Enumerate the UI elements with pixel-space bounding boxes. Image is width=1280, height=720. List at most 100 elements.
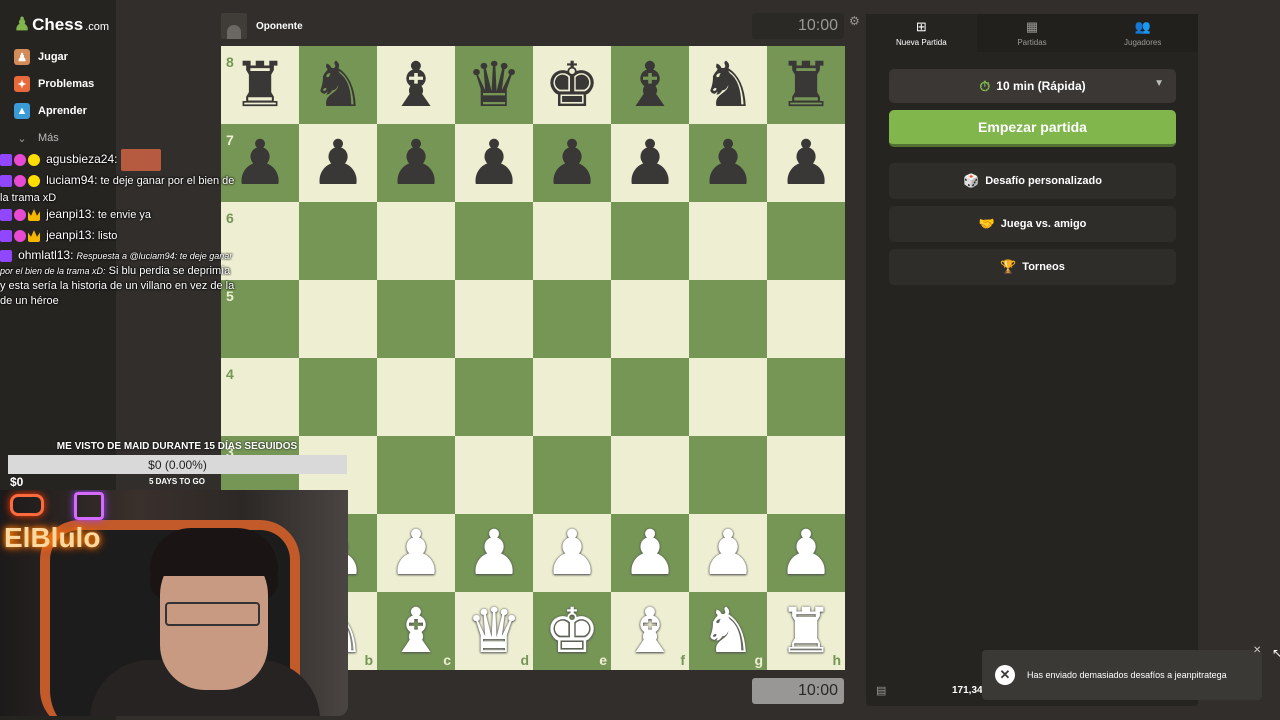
board-square-b5[interactable]: [299, 280, 377, 358]
white-king-piece[interactable]: ♚: [544, 600, 600, 662]
white-queen-piece[interactable]: ♛: [466, 600, 522, 662]
board-square-h8[interactable]: ♜: [767, 46, 845, 124]
board-square-c8[interactable]: ♝: [377, 46, 455, 124]
black-pawn-piece[interactable]: ♟: [388, 132, 444, 194]
board-square-e8[interactable]: ♚: [533, 46, 611, 124]
board-square-f8[interactable]: ♝: [611, 46, 689, 124]
board-square-e1[interactable]: e ♚: [533, 592, 611, 670]
black-pawn-piece[interactable]: ♟: [778, 132, 834, 194]
white-pawn-piece[interactable]: ♟: [388, 522, 444, 584]
black-pawn-piece[interactable]: ♟: [622, 132, 678, 194]
board-square-d3[interactable]: [455, 436, 533, 514]
board-square-c6[interactable]: [377, 202, 455, 280]
tab-jugadores[interactable]: 👥 Jugadores: [1087, 14, 1199, 52]
board-square-e4[interactable]: [533, 358, 611, 436]
board-square-b8[interactable]: ♞: [299, 46, 377, 124]
sidebar-item-problemas[interactable]: ✦ Problemas: [14, 76, 94, 92]
board-square-d2[interactable]: ♟: [455, 514, 533, 592]
black-pawn-piece[interactable]: ♟: [466, 132, 522, 194]
board-square-h3[interactable]: [767, 436, 845, 514]
board-square-f2[interactable]: ♟: [611, 514, 689, 592]
black-queen-piece[interactable]: ♛: [466, 54, 522, 116]
white-bishop-piece[interactable]: ♝: [622, 600, 678, 662]
board-square-c1[interactable]: c ♝: [377, 592, 455, 670]
board-square-e5[interactable]: [533, 280, 611, 358]
black-knight-piece[interactable]: ♞: [700, 54, 756, 116]
board-square-g8[interactable]: ♞: [689, 46, 767, 124]
board-square-d8[interactable]: ♛: [455, 46, 533, 124]
board-square-g6[interactable]: [689, 202, 767, 280]
board-square-h7[interactable]: ♟: [767, 124, 845, 202]
board-square-c4[interactable]: [377, 358, 455, 436]
black-king-piece[interactable]: ♚: [544, 54, 600, 116]
board-square-d6[interactable]: [455, 202, 533, 280]
board-square-d1[interactable]: d ♛: [455, 592, 533, 670]
board-square-b7[interactable]: ♟: [299, 124, 377, 202]
file-label: h: [832, 652, 841, 668]
board-square-h5[interactable]: [767, 280, 845, 358]
board-square-g5[interactable]: [689, 280, 767, 358]
white-pawn-piece[interactable]: ♟: [622, 522, 678, 584]
board-square-c7[interactable]: ♟: [377, 124, 455, 202]
tournaments-button[interactable]: 🏆 Torneos: [889, 249, 1176, 285]
board-square-g7[interactable]: ♟: [689, 124, 767, 202]
board-square-c3[interactable]: [377, 436, 455, 514]
board-square-e3[interactable]: [533, 436, 611, 514]
board-square-b4[interactable]: [299, 358, 377, 436]
black-knight-piece[interactable]: ♞: [310, 54, 366, 116]
board-square-g4[interactable]: [689, 358, 767, 436]
black-pawn-piece[interactable]: ♟: [544, 132, 600, 194]
black-rook-piece[interactable]: ♜: [778, 54, 834, 116]
board-square-f5[interactable]: [611, 280, 689, 358]
board-square-f3[interactable]: [611, 436, 689, 514]
board-square-g2[interactable]: ♟: [689, 514, 767, 592]
board-square-f4[interactable]: [611, 358, 689, 436]
tab-partidas[interactable]: ▦ Partidas: [976, 14, 1088, 52]
chess-com-logo[interactable]: ♟ Chess .com: [14, 14, 109, 35]
board-square-d4[interactable]: [455, 358, 533, 436]
board-square-e7[interactable]: ♟: [533, 124, 611, 202]
board-square-c5[interactable]: [377, 280, 455, 358]
board-square-h6[interactable]: [767, 202, 845, 280]
white-pawn-piece[interactable]: ♟: [700, 522, 756, 584]
black-pawn-piece[interactable]: ♟: [310, 132, 366, 194]
board-square-a4[interactable]: 4: [221, 358, 299, 436]
board-square-a8[interactable]: 8 ♜: [221, 46, 299, 124]
board-square-h2[interactable]: ♟: [767, 514, 845, 592]
black-pawn-piece[interactable]: ♟: [700, 132, 756, 194]
board-square-f7[interactable]: ♟: [611, 124, 689, 202]
board-square-h4[interactable]: [767, 358, 845, 436]
start-game-button[interactable]: Empezar partida: [889, 110, 1176, 147]
board-square-e6[interactable]: [533, 202, 611, 280]
sidebar-item-aprender[interactable]: ▲ Aprender: [14, 103, 87, 119]
chat-username: luciam94:: [46, 173, 98, 187]
white-pawn-piece[interactable]: ♟: [466, 522, 522, 584]
white-knight-piece[interactable]: ♞: [700, 600, 756, 662]
gear-icon[interactable]: ⚙: [849, 14, 860, 28]
chat-icon[interactable]: ▤: [876, 684, 886, 697]
board-square-g1[interactable]: g ♞: [689, 592, 767, 670]
black-pawn-piece[interactable]: ♟: [232, 132, 288, 194]
board-square-h1[interactable]: h ♜: [767, 592, 845, 670]
custom-challenge-button[interactable]: 🎲 Desafío personalizado: [889, 163, 1176, 199]
play-friend-button[interactable]: 🤝 Juega vs. amigo: [889, 206, 1176, 242]
tab-nueva-partida[interactable]: ⊞ Nueva Partida: [866, 14, 977, 52]
black-rook-piece[interactable]: ♜: [232, 54, 288, 116]
board-square-f6[interactable]: [611, 202, 689, 280]
time-control-select[interactable]: ⏱ 10 min (Rápida) ▼: [889, 69, 1176, 103]
board-square-e2[interactable]: ♟: [533, 514, 611, 592]
white-pawn-piece[interactable]: ♟: [544, 522, 600, 584]
white-pawn-piece[interactable]: ♟: [778, 522, 834, 584]
board-square-f1[interactable]: f ♝: [611, 592, 689, 670]
board-square-g3[interactable]: [689, 436, 767, 514]
black-bishop-piece[interactable]: ♝: [622, 54, 678, 116]
white-rook-piece[interactable]: ♜: [778, 600, 834, 662]
board-square-c2[interactable]: ♟: [377, 514, 455, 592]
white-bishop-piece[interactable]: ♝: [388, 600, 444, 662]
board-square-d5[interactable]: [455, 280, 533, 358]
board-square-d7[interactable]: ♟: [455, 124, 533, 202]
board-square-b6[interactable]: [299, 202, 377, 280]
black-bishop-piece[interactable]: ♝: [388, 54, 444, 116]
sidebar-item-jugar[interactable]: ♟ Jugar: [14, 49, 68, 65]
close-icon[interactable]: ✕: [1253, 645, 1261, 656]
